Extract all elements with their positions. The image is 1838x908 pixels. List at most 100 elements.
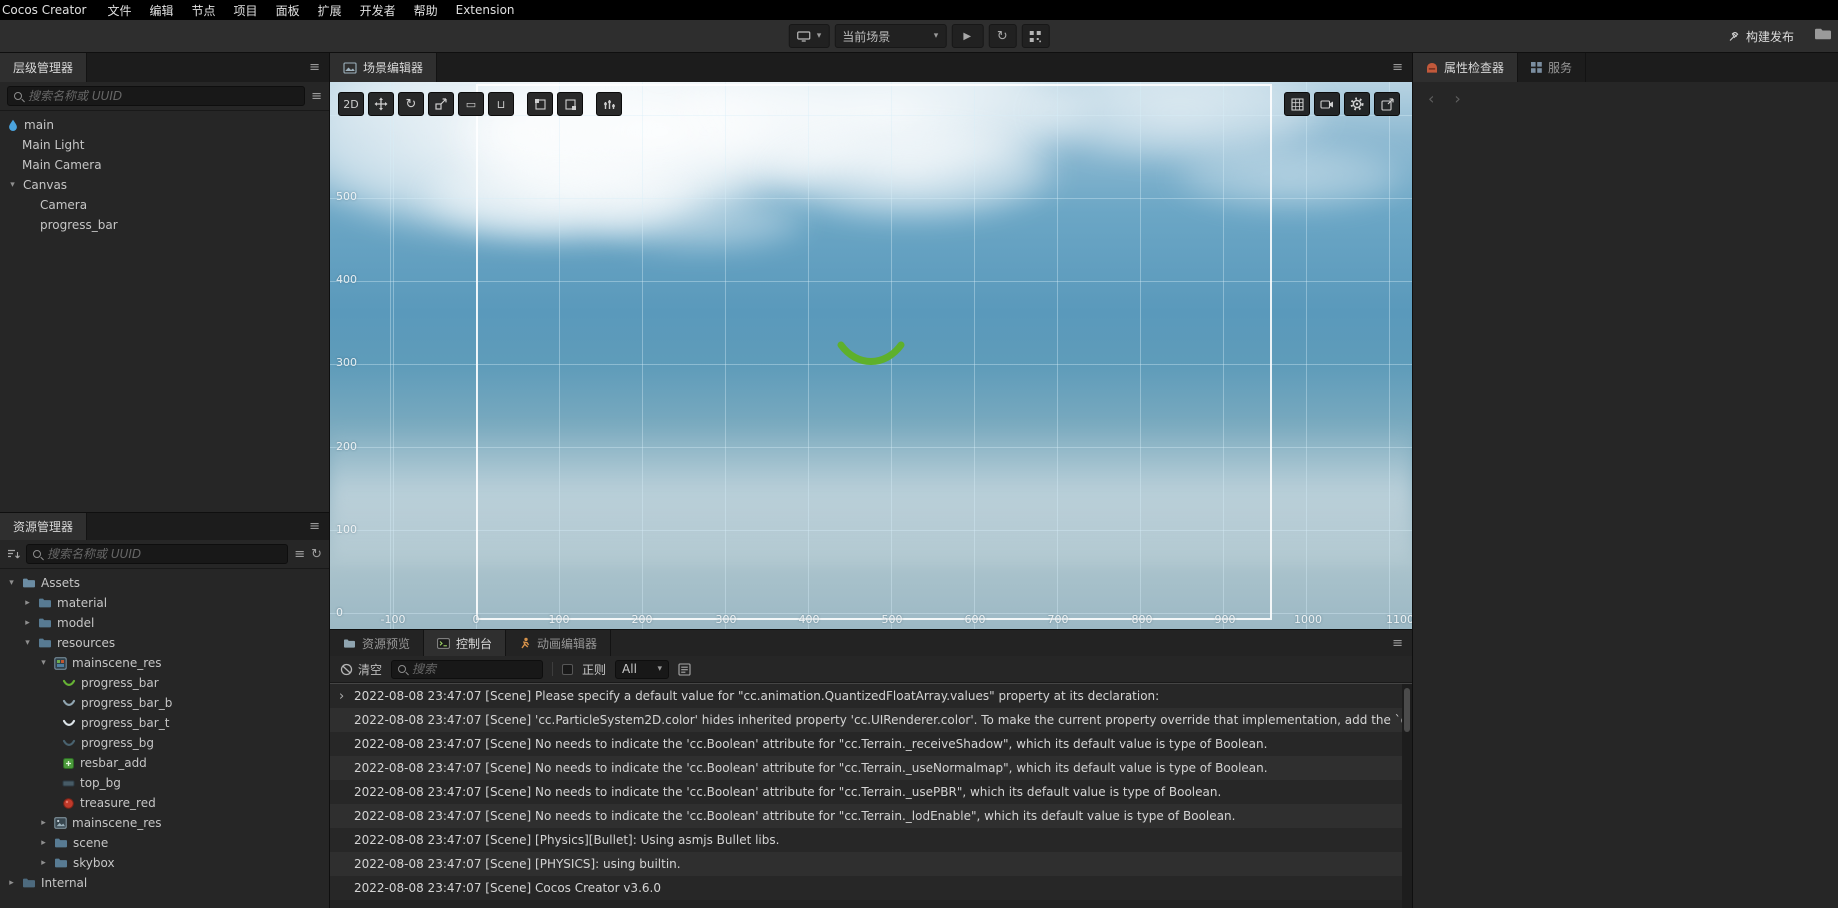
- assets-search-input[interactable]: [47, 547, 282, 561]
- tab-asset-preview[interactable]: 资源预览: [330, 630, 425, 656]
- asset-item-mainscene-res-1[interactable]: ▾ mainscene_res: [0, 653, 329, 673]
- asset-item-progress-bar[interactable]: progress_bar: [0, 673, 329, 693]
- rect-tool-button[interactable]: ▭: [458, 92, 484, 116]
- grid-view-button[interactable]: [1284, 92, 1310, 116]
- camera-preview-button[interactable]: [1314, 92, 1340, 116]
- expand-arrow-icon[interactable]: ›: [339, 689, 344, 704]
- tab-services[interactable]: 服务: [1518, 53, 1587, 82]
- menu-panel[interactable]: 面板: [267, 0, 309, 20]
- hierarchy-node-main-camera[interactable]: Main Camera: [0, 155, 329, 175]
- menu-project[interactable]: 项目: [225, 0, 267, 20]
- menu-file[interactable]: 文件: [99, 0, 141, 20]
- tab-console[interactable]: 控制台: [424, 630, 507, 656]
- transform-space-button[interactable]: ⊔: [488, 92, 514, 116]
- clear-console-button[interactable]: 清空: [340, 661, 382, 678]
- chevron-right-icon[interactable]: ▸: [22, 618, 33, 628]
- asset-item-material[interactable]: ▸ material: [0, 593, 329, 613]
- hierarchy-node-canvas[interactable]: ▾ Canvas: [0, 175, 329, 195]
- scene-viewport[interactable]: 500 400 300 200 100 0 -100 0 100 200 300…: [330, 82, 1412, 629]
- nav-forward-button[interactable]: ›: [1454, 89, 1460, 108]
- menu-developer[interactable]: 开发者: [351, 0, 405, 20]
- log-level-select[interactable]: All ▾: [615, 659, 670, 679]
- asset-item-treasure-red[interactable]: treasure_red: [0, 793, 329, 813]
- menu-extensions[interactable]: 扩展: [309, 0, 351, 20]
- tab-assets[interactable]: 资源管理器: [0, 513, 88, 540]
- hierarchy-menu-button[interactable]: ≡: [309, 60, 320, 75]
- anchor-snap-button[interactable]: [527, 92, 553, 116]
- chevron-down-icon[interactable]: ▾: [22, 638, 33, 648]
- log-row[interactable]: › 2022-08-08 23:47:07 [Scene] Please spe…: [330, 684, 1412, 708]
- scene-settings-button[interactable]: [1344, 92, 1370, 116]
- log-row[interactable]: 2022-08-08 23:47:07 [Scene] 'cc.Particle…: [330, 708, 1412, 732]
- log-row[interactable]: 2022-08-08 23:47:07 [Scene] [PHYSICS]: u…: [330, 852, 1412, 876]
- collapse-logs-button[interactable]: [678, 662, 691, 676]
- console-scrollbar[interactable]: [1402, 684, 1412, 908]
- chevron-down-icon[interactable]: ▾: [6, 578, 17, 588]
- console-search-input[interactable]: [412, 662, 537, 676]
- preview-target-dropdown[interactable]: ▾: [788, 24, 830, 48]
- restart-button[interactable]: ↻: [988, 24, 1017, 48]
- console-menu-button[interactable]: ≡: [1392, 636, 1403, 651]
- build-publish-button[interactable]: 构建发布: [1728, 28, 1794, 45]
- asset-item-model[interactable]: ▸ model: [0, 613, 329, 633]
- chevron-right-icon[interactable]: ▸: [6, 878, 17, 888]
- tab-hierarchy[interactable]: 层级管理器: [0, 53, 88, 82]
- hierarchy-filter-button[interactable]: ≡: [311, 89, 322, 104]
- assets-menu-button[interactable]: ≡: [309, 519, 320, 534]
- project-folder-button[interactable]: [1814, 27, 1832, 41]
- log-row[interactable]: 2022-08-08 23:47:07 [Scene] No needs to …: [330, 780, 1412, 804]
- gizmo-settings-button[interactable]: [596, 92, 622, 116]
- hierarchy-search-box[interactable]: [7, 86, 306, 106]
- hierarchy-search-input[interactable]: [28, 89, 299, 103]
- device-preview-button[interactable]: [1021, 24, 1050, 48]
- assets-list-mode-button[interactable]: ≡: [294, 547, 305, 562]
- scene-selector-dropdown[interactable]: 当前场景 ▾: [834, 24, 947, 48]
- asset-item-progress-bg[interactable]: progress_bg: [0, 733, 329, 753]
- asset-item-progress-bar-t[interactable]: progress_bar_t: [0, 713, 329, 733]
- hierarchy-node-progress-bar[interactable]: progress_bar: [0, 215, 329, 235]
- asset-item-resbar-add[interactable]: resbar_add: [0, 753, 329, 773]
- hierarchy-node-camera[interactable]: Camera: [0, 195, 329, 215]
- open-preview-window-button[interactable]: [1374, 92, 1400, 116]
- tab-animation-editor[interactable]: 动画编辑器: [506, 630, 612, 656]
- chevron-right-icon[interactable]: ▸: [38, 858, 49, 868]
- move-tool-button[interactable]: [368, 92, 394, 116]
- hierarchy-node-main[interactable]: main: [0, 115, 329, 135]
- regex-checkbox[interactable]: [562, 663, 574, 675]
- log-row[interactable]: 2022-08-08 23:47:07 [Scene] Cocos Creato…: [330, 876, 1412, 900]
- log-row[interactable]: 2022-08-08 23:47:07 [Scene] [Physics][Bu…: [330, 828, 1412, 852]
- asset-item-resources[interactable]: ▾ resources: [0, 633, 329, 653]
- log-row[interactable]: 2022-08-08 23:47:07 [Scene] No needs to …: [330, 756, 1412, 780]
- assets-refresh-button[interactable]: ↻: [311, 547, 322, 562]
- tab-inspector[interactable]: 属性检查器: [1413, 53, 1519, 82]
- rotate-tool-button[interactable]: ↻: [398, 92, 424, 116]
- menu-help[interactable]: 帮助: [405, 0, 447, 20]
- scene-menu-button[interactable]: ≡: [1392, 60, 1403, 75]
- nav-back-button[interactable]: ‹: [1428, 89, 1434, 108]
- chevron-right-icon[interactable]: ▸: [38, 838, 49, 848]
- progress-bar-node[interactable]: [835, 335, 907, 375]
- log-row[interactable]: 2022-08-08 23:47:07 [Scene] No needs to …: [330, 804, 1412, 828]
- console-search-box[interactable]: [391, 659, 544, 679]
- menu-extension[interactable]: Extension: [447, 0, 524, 20]
- assets-search-box[interactable]: [26, 544, 289, 564]
- asset-item-assets-root[interactable]: ▾ Assets: [0, 573, 329, 593]
- hierarchy-node-main-light[interactable]: Main Light: [0, 135, 329, 155]
- chevron-right-icon[interactable]: ▸: [38, 818, 49, 828]
- asset-item-skybox[interactable]: ▸ skybox: [0, 853, 329, 873]
- log-row[interactable]: 2022-08-08 23:47:07 [Scene] No needs to …: [330, 732, 1412, 756]
- tab-scene-editor[interactable]: 场景编辑器: [330, 53, 438, 82]
- sort-order-button[interactable]: [7, 549, 20, 560]
- asset-item-progress-bar-b[interactable]: progress_bar_b: [0, 693, 329, 713]
- asset-item-internal[interactable]: ▸ Internal: [0, 873, 329, 893]
- pivot-snap-button[interactable]: [557, 92, 583, 116]
- asset-item-mainscene-res-2[interactable]: ▸ mainscene_res: [0, 813, 329, 833]
- chevron-down-icon[interactable]: ▾: [7, 180, 18, 190]
- menu-node[interactable]: 节点: [183, 0, 225, 20]
- scrollbar-thumb[interactable]: [1404, 688, 1410, 732]
- asset-item-top-bg[interactable]: top_bg: [0, 773, 329, 793]
- menu-edit[interactable]: 编辑: [141, 0, 183, 20]
- chevron-down-icon[interactable]: ▾: [38, 658, 49, 668]
- scale-tool-button[interactable]: [428, 92, 454, 116]
- asset-item-scene[interactable]: ▸ scene: [0, 833, 329, 853]
